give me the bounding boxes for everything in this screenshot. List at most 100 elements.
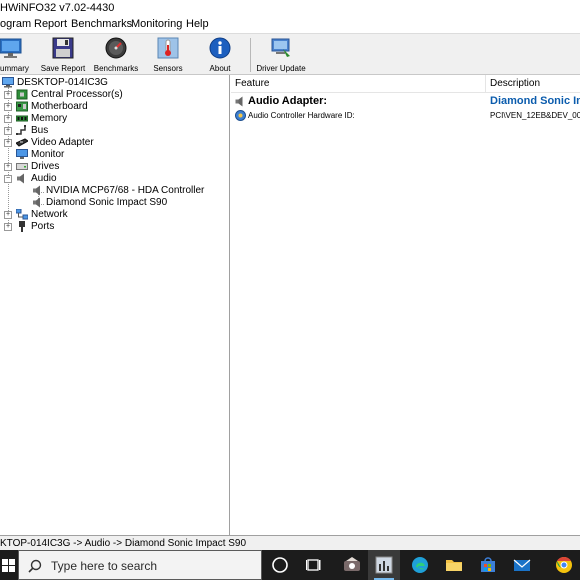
taskbar: Type here to search	[0, 550, 580, 580]
taskbar-app-button[interactable]	[336, 550, 368, 580]
expand-icon[interactable]: +	[4, 127, 12, 135]
mail-icon	[513, 559, 531, 571]
expand-icon[interactable]: +	[4, 91, 12, 99]
tree-item-memory[interactable]: + Memory	[0, 113, 230, 125]
file-explorer-button[interactable]	[438, 550, 470, 580]
tree-item-label: Bus	[31, 125, 49, 136]
sensors-button[interactable]: Sensors	[148, 37, 188, 73]
status-bar: KTOP-014IC3G -> Audio -> Diamond Sonic I…	[0, 537, 580, 550]
detail-row[interactable]: Audio Controller Hardware ID: PCI\VEN_12…	[231, 110, 580, 122]
computer-icon	[2, 77, 14, 88]
collapse-icon[interactable]: −	[4, 175, 12, 183]
tree-item-motherboard[interactable]: + Motherboard	[0, 101, 230, 113]
tree-item-label: Audio	[31, 173, 57, 184]
tree-item-label: NVIDIA MCP67/68 - HDA Controller	[46, 185, 205, 196]
expand-icon[interactable]: +	[4, 103, 12, 111]
bus-icon	[16, 125, 26, 135]
expand-icon[interactable]: +	[4, 115, 12, 123]
task-view-icon	[306, 559, 321, 571]
tree-item-label: Drives	[31, 161, 60, 172]
monitor-icon	[0, 38, 22, 58]
expand-icon[interactable]: +	[4, 139, 12, 147]
cortana-icon	[272, 557, 288, 573]
detail-row[interactable]: Audio Adapter: Diamond Sonic Imp	[231, 95, 580, 109]
tree-item-ports[interactable]: + Ports	[0, 221, 230, 233]
cortana-button[interactable]	[264, 550, 296, 580]
tree-item-label: Monitor	[31, 149, 65, 160]
details-panel: Feature Description Audio Adapter: Diamo…	[231, 75, 580, 535]
network-icon	[16, 209, 28, 220]
speaker-icon	[17, 173, 24, 184]
menu-program[interactable]: ogram	[0, 18, 31, 30]
info-icon	[209, 37, 231, 59]
tree-item-audio[interactable]: − Audio	[0, 173, 230, 185]
store-icon	[481, 557, 495, 572]
tree-item-nvidia-hda[interactable]: NVIDIA MCP67/68 - HDA Controller	[0, 185, 230, 197]
tree-item-label: Video Adapter	[31, 137, 94, 148]
tree-item-label: Central Processor(s)	[31, 89, 123, 100]
windows-logo-icon	[2, 559, 15, 572]
save-report-button[interactable]: Save Report	[38, 37, 88, 73]
tree-root-label: DESKTOP-014IC3G	[17, 77, 108, 88]
feature-cell: Audio Controller Hardware ID:	[248, 111, 355, 120]
tree-item-label: Motherboard	[31, 101, 88, 112]
drive-icon	[16, 163, 28, 170]
speaker-icon	[235, 96, 243, 107]
gauge-icon	[105, 37, 127, 59]
status-path: KTOP-014IC3G -> Audio -> Diamond Sonic I…	[0, 538, 247, 549]
search-icon	[28, 559, 42, 573]
video-card-icon	[16, 138, 28, 147]
device-tree: DESKTOP-014IC3G + Central Processor(s) +…	[0, 75, 230, 535]
benchmarks-button[interactable]: Benchmarks	[92, 37, 140, 73]
menu-benchmarks[interactable]: Benchmarks	[71, 18, 132, 30]
chrome-button[interactable]	[548, 550, 580, 580]
thermometer-icon	[157, 37, 179, 59]
expand-icon[interactable]: +	[4, 223, 12, 231]
summary-button[interactable]: ummary	[0, 37, 30, 73]
tree-item-video-adapter[interactable]: + Video Adapter	[0, 137, 230, 149]
toolbar: ummary Save Report Benchmarks Sensors Ab…	[0, 33, 580, 75]
hardware-id-icon	[235, 110, 246, 121]
tree-item-diamond-sonic[interactable]: Diamond Sonic Impact S90	[0, 197, 230, 209]
tree-item-monitor[interactable]: Monitor	[0, 149, 230, 161]
toolbar-separator	[250, 38, 251, 72]
description-cell: PCI\VEN_12EB&DEV_0001	[490, 111, 580, 120]
column-header-description[interactable]: Description	[486, 75, 580, 93]
description-cell: Diamond Sonic Imp	[490, 95, 580, 107]
start-button[interactable]	[0, 550, 18, 580]
menu-report[interactable]: Report	[34, 18, 67, 30]
speaker-icon	[33, 185, 40, 196]
search-placeholder: Type here to search	[51, 559, 158, 573]
floppy-disk-icon	[52, 37, 74, 59]
sensors-label: Sensors	[153, 64, 183, 73]
monitor-icon	[16, 149, 28, 159]
driver-update-button[interactable]: Driver Update	[255, 37, 307, 73]
tree-item-bus[interactable]: + Bus	[0, 125, 230, 137]
menu-help[interactable]: Help	[186, 18, 209, 30]
tree-root[interactable]: DESKTOP-014IC3G	[0, 77, 230, 89]
summary-label: ummary	[0, 64, 29, 73]
cpu-icon	[16, 89, 28, 100]
hwinfo-icon	[375, 556, 393, 574]
benchmarks-label: Benchmarks	[93, 64, 139, 73]
window-title: HWiNFO32 v7.02-4430	[0, 2, 115, 14]
motherboard-icon	[16, 101, 28, 112]
task-view-button[interactable]	[298, 550, 330, 580]
tree-item-drives[interactable]: + Drives	[0, 161, 230, 173]
mail-button[interactable]	[506, 550, 538, 580]
tree-item-network[interactable]: + Network	[0, 209, 230, 221]
driver-update-label: Driver Update	[256, 64, 306, 73]
feature-cell: Audio Adapter:	[248, 95, 328, 107]
expand-icon[interactable]: +	[4, 163, 12, 171]
menu-monitoring[interactable]: Monitoring	[131, 18, 182, 30]
taskbar-search-box[interactable]: Type here to search	[18, 550, 262, 580]
edge-button[interactable]	[404, 550, 436, 580]
expand-icon[interactable]: +	[4, 211, 12, 219]
tree-item-cpu[interactable]: + Central Processor(s)	[0, 89, 230, 101]
memory-icon	[16, 115, 28, 122]
hwinfo-taskbar-button[interactable]	[368, 550, 400, 580]
column-header-feature[interactable]: Feature	[231, 75, 485, 93]
about-button[interactable]: About	[202, 37, 238, 73]
tree-item-label: Network	[31, 209, 68, 220]
store-button[interactable]	[472, 550, 504, 580]
